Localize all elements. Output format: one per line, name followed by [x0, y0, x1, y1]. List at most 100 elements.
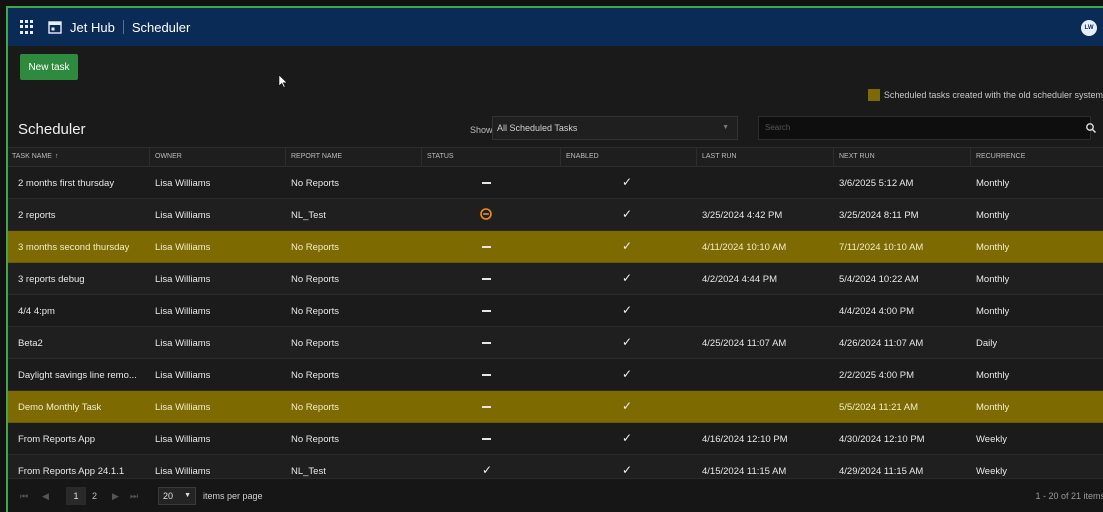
top-bar: Jet Hub Scheduler LW [8, 8, 1103, 46]
last-run-cell: 4/11/2024 10:10 AM [702, 242, 787, 253]
owner-cell: Lisa Williams [155, 210, 211, 221]
task-name-cell: Beta2 [18, 338, 43, 349]
next-run-cell: 5/4/2024 10:22 AM [839, 274, 919, 285]
owner-cell: Lisa Williams [155, 338, 211, 349]
table-row[interactable]: 3 reports debug Lisa Williams No Reports ✓ 4… [8, 263, 1103, 295]
title-divider [122, 20, 124, 34]
table-header: TASK NAME ↑ OWNER REPORT NAME STATUS ENAB… [8, 147, 1103, 167]
column-divider [696, 148, 697, 167]
mouse-pointer-icon [278, 74, 288, 88]
page-size-value: 20 [163, 491, 174, 501]
enabled-check-icon: ✓ [622, 335, 633, 349]
task-name-cell: 2 reports [18, 210, 56, 221]
page-button[interactable]: 2 [92, 491, 97, 501]
column-divider [421, 148, 422, 167]
column-divider [560, 148, 561, 167]
status-warning-icon[interactable] [480, 208, 492, 220]
first-page-icon[interactable]: ⏮ [20, 491, 28, 502]
report-name-cell: No Reports [291, 434, 340, 445]
column-header-owner[interactable]: OWNER [155, 153, 182, 160]
items-per-page-label: items per page [203, 491, 263, 501]
owner-cell: Lisa Williams [155, 274, 211, 285]
owner-cell: Lisa Williams [155, 434, 211, 445]
next-run-cell: 4/26/2024 11:07 AM [839, 338, 924, 349]
legacy-legend: Scheduled tasks created with the old sch… [867, 89, 1103, 101]
column-header-status[interactable]: STATUS [427, 153, 454, 160]
task-name-cell: 4/4 4:pm [18, 306, 55, 317]
column-header-next-run[interactable]: NEXT RUN [839, 153, 875, 160]
app-window: Jet Hub Scheduler LW New task Scheduled … [6, 6, 1103, 512]
owner-cell: Lisa Williams [155, 178, 211, 189]
table-row[interactable]: 4/4 4:pm Lisa Williams No Reports ✓ 4/4/2024… [8, 295, 1103, 327]
report-name-cell: No Reports [291, 274, 340, 285]
table-row[interactable]: 2 reports Lisa Williams NL_Test ✓ 3/25/2024 … [8, 199, 1103, 231]
app-title[interactable]: Jet Hub [70, 20, 115, 35]
table-row[interactable]: Beta2 Lisa Williams No Reports ✓ 4/25/2024 1… [8, 327, 1103, 359]
report-name-cell: NL_Test [291, 466, 326, 477]
last-run-cell: 4/25/2024 11:07 AM [702, 338, 787, 349]
table-row[interactable]: Daylight savings line remo... Lisa Willia… [8, 359, 1103, 391]
page-button-current[interactable]: 1 [66, 487, 86, 505]
column-header-task-name[interactable]: TASK NAME ↑ [12, 153, 58, 160]
recurrence-cell: Monthly [976, 210, 1010, 221]
status-none-icon [482, 438, 491, 440]
column-header-enabled[interactable]: ENABLED [566, 153, 599, 160]
report-name-cell: No Reports [291, 370, 340, 381]
previous-page-icon[interactable]: ◀ [42, 491, 49, 502]
recurrence-cell: Monthly [976, 402, 1010, 413]
next-run-cell: 3/25/2024 8:11 PM [839, 210, 919, 221]
status-none-icon [482, 406, 491, 408]
report-name-cell: No Reports [291, 306, 340, 317]
report-name-cell: No Reports [291, 242, 340, 253]
owner-cell: Lisa Williams [155, 466, 211, 477]
user-avatar[interactable]: LW [1081, 20, 1097, 36]
report-name-cell: No Reports [291, 338, 340, 349]
task-name-cell: Daylight savings line remo... [18, 370, 137, 381]
enabled-check-icon: ✓ [622, 463, 633, 477]
table-row[interactable]: 3 months second thursday Lisa Williams No … [8, 231, 1103, 263]
column-header-last-run[interactable]: LAST RUN [702, 153, 737, 160]
table-row[interactable]: 2 months first thursday Lisa Williams No R… [8, 167, 1103, 199]
app-launcher-icon[interactable] [20, 20, 34, 34]
owner-cell: Lisa Williams [155, 370, 211, 381]
enabled-check-icon: ✓ [622, 399, 633, 413]
column-divider [285, 148, 286, 167]
status-check-icon: ✓ [482, 463, 493, 477]
next-page-icon[interactable]: ▶ [112, 491, 119, 502]
new-task-button[interactable]: New task [20, 54, 78, 80]
search-input[interactable]: Search [758, 116, 1091, 140]
enabled-check-icon: ✓ [622, 367, 633, 381]
column-header-report-name[interactable]: REPORT NAME [291, 153, 342, 160]
search-icon[interactable] [1085, 122, 1097, 134]
show-filter-label: Show [470, 125, 493, 135]
last-run-cell: 4/15/2024 11:15 AM [702, 466, 787, 477]
next-run-cell: 5/5/2024 11:21 AM [839, 402, 919, 413]
last-run-cell: 4/2/2024 4:44 PM [702, 274, 777, 285]
owner-cell: Lisa Williams [155, 402, 211, 413]
report-name-cell: No Reports [291, 178, 340, 189]
task-name-cell: 3 reports debug [18, 274, 85, 285]
calendar-icon [48, 21, 62, 34]
recurrence-cell: Monthly [976, 306, 1010, 317]
table-row[interactable]: Demo Monthly Task Lisa Williams No Reports… [8, 391, 1103, 423]
show-filter-select[interactable]: All Scheduled Tasks ▼ [492, 116, 738, 140]
page-size-select[interactable]: 20 ▼ [158, 487, 196, 505]
table-row[interactable]: From Reports App Lisa Williams No Reports ✓… [8, 423, 1103, 455]
status-none-icon [482, 374, 491, 376]
column-divider [149, 148, 150, 167]
owner-cell: Lisa Williams [155, 306, 211, 317]
column-header-recurrence[interactable]: RECURRENCE [976, 153, 1025, 160]
recurrence-cell: Weekly [976, 434, 1007, 445]
enabled-check-icon: ✓ [622, 239, 633, 253]
last-page-icon[interactable]: ⏭ [130, 491, 138, 502]
status-none-icon [482, 278, 491, 280]
recurrence-cell: Daily [976, 338, 998, 349]
enabled-check-icon: ✓ [622, 431, 633, 445]
chevron-down-icon: ▼ [184, 492, 191, 499]
filter-select-value: All Scheduled Tasks [497, 123, 578, 133]
enabled-check-icon: ✓ [622, 175, 633, 189]
next-run-cell: 7/11/2024 10:10 AM [839, 242, 924, 253]
column-divider [970, 148, 971, 167]
recurrence-cell: Weekly [976, 466, 1007, 477]
column-divider [833, 148, 834, 167]
